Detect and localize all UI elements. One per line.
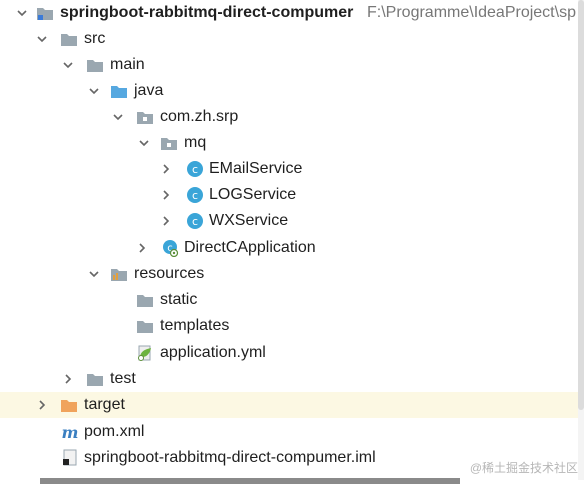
- project-tree: springboot-rabbitmq-direct-compumer F:\P…: [0, 0, 584, 484]
- folder-icon: [86, 370, 104, 388]
- tree-label-application-yml: application.yml: [160, 344, 266, 361]
- tree-row-log-service[interactable]: c LOGService: [0, 182, 584, 208]
- chevron-right-icon[interactable]: [134, 235, 150, 261]
- tree-label-java: java: [134, 82, 164, 99]
- folder-icon: [60, 30, 78, 48]
- tree-row-test[interactable]: test: [0, 366, 584, 392]
- tree-label-main: main: [110, 56, 145, 73]
- tree-row-pom[interactable]: m pom.xml: [0, 419, 584, 445]
- chevron-down-icon[interactable]: [34, 26, 50, 52]
- chevron-down-icon[interactable]: [110, 104, 126, 130]
- tree-label-templates: templates: [160, 317, 230, 334]
- module-file-icon: [61, 449, 79, 467]
- watermark: @稀土掘金技术社区: [469, 461, 578, 475]
- tree-label-package: com.zh.srp: [160, 108, 239, 125]
- tree-row-email-service[interactable]: c EMailService: [0, 156, 584, 182]
- tree-label-resources: resources: [134, 265, 205, 282]
- chevron-down-icon[interactable]: [86, 261, 102, 287]
- tree-label-application-class: DirectCApplication: [184, 239, 316, 256]
- spring-config-icon: [136, 344, 154, 362]
- tree-row-application-yml[interactable]: application.yml: [0, 340, 584, 366]
- source-folder-icon: [110, 82, 128, 100]
- java-class-icon: c: [186, 186, 204, 204]
- module-folder-icon: [36, 4, 54, 22]
- folder-icon: [136, 291, 154, 309]
- tree-row-target[interactable]: target: [0, 392, 584, 418]
- folder-icon: [86, 56, 104, 74]
- chevron-right-icon[interactable]: [158, 182, 174, 208]
- chevron-down-icon[interactable]: [136, 130, 152, 156]
- svg-text:m: m: [62, 423, 79, 441]
- svg-text:c: c: [192, 189, 198, 202]
- tree-label-target: target: [84, 396, 125, 413]
- tree-label-wx-service: WXService: [209, 212, 289, 229]
- tree-row-wx-service[interactable]: c WXService: [0, 208, 584, 234]
- tree-label-mq: mq: [184, 134, 207, 151]
- scrollbar-thumb[interactable]: [578, 0, 584, 410]
- java-class-icon: c: [186, 212, 204, 230]
- tree-label-iml: springboot-rabbitmq-direct-compumer.iml: [84, 449, 376, 466]
- tree-label-email-service: EMailService: [209, 160, 303, 177]
- tree-label-pom: pom.xml: [84, 423, 145, 440]
- project-path: F:\Programme\IdeaProject\sp: [367, 4, 576, 21]
- tree-label-src: src: [84, 30, 106, 47]
- svg-text:c: c: [192, 163, 198, 176]
- tree-row-static[interactable]: static: [0, 287, 584, 313]
- tree-row-mq[interactable]: mq: [0, 130, 584, 156]
- tree-label-log-service: LOGService: [209, 186, 297, 203]
- chevron-right-icon[interactable]: [158, 156, 174, 182]
- tree-row-project-root[interactable]: springboot-rabbitmq-direct-compumer F:\P…: [0, 0, 584, 26]
- maven-icon: m: [61, 423, 79, 441]
- tree-row-main[interactable]: main: [0, 52, 584, 78]
- svg-text:c: c: [192, 215, 198, 228]
- tree-label-static: static: [160, 291, 198, 308]
- tree-row-src[interactable]: src: [0, 26, 584, 52]
- java-class-icon: c: [186, 160, 204, 178]
- folder-icon: [136, 317, 154, 335]
- package-icon: [136, 108, 154, 126]
- spring-boot-class-icon: c: [161, 239, 179, 257]
- chevron-down-icon[interactable]: [14, 0, 30, 26]
- chevron-right-icon[interactable]: [158, 208, 174, 234]
- chevron-down-icon[interactable]: [86, 78, 102, 104]
- package-icon: [160, 134, 178, 152]
- tree-row-templates[interactable]: templates: [0, 313, 584, 339]
- tree-row-application-class[interactable]: c DirectCApplication: [0, 235, 584, 261]
- chevron-right-icon[interactable]: [60, 366, 76, 392]
- chevron-right-icon[interactable]: [34, 392, 50, 418]
- resources-folder-icon: [110, 265, 128, 283]
- excluded-folder-icon: [60, 396, 78, 414]
- tree-row-java[interactable]: java: [0, 78, 584, 104]
- tree-row-resources[interactable]: resources: [0, 261, 584, 287]
- cut-off-row-text: [40, 478, 460, 484]
- chevron-down-icon[interactable]: [60, 52, 76, 78]
- tree-row-package[interactable]: com.zh.srp: [0, 104, 584, 130]
- project-name: springboot-rabbitmq-direct-compumer: [60, 4, 354, 21]
- tree-label-test: test: [110, 370, 136, 387]
